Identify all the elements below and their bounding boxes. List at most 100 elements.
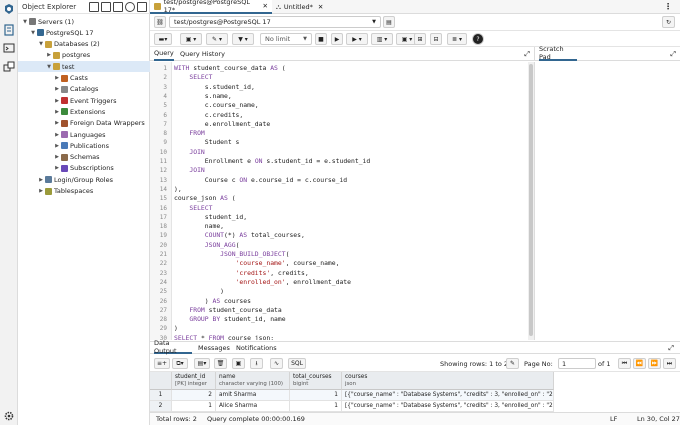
- tree-node-event-triggers[interactable]: ▶ Event Triggers: [18, 95, 150, 106]
- stop-icon[interactable]: ■: [315, 33, 327, 45]
- chevron-right-icon[interactable]: ▶: [54, 75, 60, 81]
- tab-untitled[interactable]: ⛬ Untitled* ✕: [272, 0, 336, 14]
- scratch-pad-area[interactable]: [534, 62, 680, 340]
- cell-total-courses[interactable]: 1: [290, 401, 342, 412]
- chevron-right-icon[interactable]: ▶: [38, 177, 44, 183]
- chevron-right-icon[interactable]: ▶: [54, 132, 60, 138]
- code-line[interactable]: s.student_id,: [174, 83, 255, 92]
- tree-node-test[interactable]: ▼ test: [18, 61, 150, 73]
- tree-node-schemas[interactable]: ▶ Schemas: [18, 152, 150, 163]
- next-page-icon[interactable]: ⏩: [648, 358, 661, 369]
- paste-icon[interactable]: ▤▾: [194, 358, 210, 369]
- explain-icon[interactable]: ▶ ▾: [346, 33, 368, 45]
- close-icon[interactable]: ✕: [263, 2, 268, 10]
- cell-student-id[interactable]: 1: [172, 401, 216, 412]
- expand-icon[interactable]: ⤢: [668, 344, 674, 353]
- code-line[interactable]: ): [174, 324, 178, 333]
- code-line[interactable]: Student s: [174, 138, 240, 147]
- tree-node-subscriptions[interactable]: ▶ Subscriptions: [18, 163, 150, 174]
- cell-student-id[interactable]: 2: [172, 390, 216, 401]
- tree-node-postgres[interactable]: ▶ postgres: [18, 50, 150, 61]
- row-number[interactable]: 1: [150, 390, 172, 401]
- column-header-courses[interactable]: courses json: [342, 372, 554, 390]
- cell-total-courses[interactable]: 1: [290, 390, 342, 401]
- row-number[interactable]: 2: [150, 401, 172, 412]
- graph-icon[interactable]: ∿: [270, 358, 283, 369]
- sql-button[interactable]: SQL: [288, 358, 306, 369]
- chevron-down-icon[interactable]: ▼: [22, 19, 28, 25]
- chevron-right-icon[interactable]: ▶: [54, 165, 60, 171]
- tree-node-servers-1[interactable]: ▼ Servers (1): [18, 16, 150, 27]
- new-connection-icon[interactable]: ▤: [383, 16, 395, 28]
- save-file-icon[interactable]: ▣ ▾: [180, 33, 202, 45]
- code-line[interactable]: FROM: [174, 129, 204, 138]
- code-line[interactable]: ): [174, 287, 224, 296]
- connection-status-icon[interactable]: ⛓: [154, 16, 166, 28]
- object-explorer-icon[interactable]: [3, 24, 15, 36]
- last-page-icon[interactable]: ⏭: [663, 358, 676, 369]
- edit-icon[interactable]: ✎ ▾: [206, 33, 228, 45]
- code-line[interactable]: FROM student_course_data: [174, 306, 281, 315]
- help-icon[interactable]: ?: [472, 33, 484, 45]
- expand-icon[interactable]: ⤢: [670, 50, 676, 59]
- close-icon[interactable]: ✕: [318, 3, 323, 11]
- column-header-total-courses[interactable]: total_courses bigint: [290, 372, 342, 390]
- copy-icon[interactable]: ⧉▾: [172, 358, 188, 369]
- chevron-down-icon[interactable]: ▼: [46, 64, 52, 70]
- terminal-icon[interactable]: [3, 42, 15, 54]
- code-line[interactable]: course_json AS (: [174, 194, 236, 203]
- edit-rows-icon[interactable]: ✎: [506, 358, 519, 369]
- more-options-icon[interactable]: ⋮: [664, 2, 672, 11]
- prev-page-icon[interactable]: ⏪: [633, 358, 646, 369]
- cell-name[interactable]: Alice Sharma: [216, 401, 290, 412]
- cell-courses[interactable]: [{"course_name" : "Database Systems", "c…: [342, 401, 554, 412]
- query-tool-icon[interactable]: [89, 2, 99, 12]
- column-header-name[interactable]: name character varying (100): [216, 372, 290, 390]
- chevron-right-icon[interactable]: ▶: [54, 120, 60, 126]
- list-icon[interactable]: ≣ ▾: [447, 33, 467, 45]
- tree-node-foreign-data-wrappers[interactable]: ▶ Foreign Data Wrappers: [18, 118, 150, 129]
- settings-gear-icon[interactable]: [3, 410, 15, 422]
- code-line[interactable]: c.course_name,: [174, 101, 259, 110]
- execute-icon[interactable]: ▶: [331, 33, 343, 45]
- download-icon[interactable]: ⭳: [250, 358, 263, 369]
- add-row-icon[interactable]: ≡+: [154, 358, 170, 369]
- code-line[interactable]: WITH student_course_data AS (: [174, 64, 286, 73]
- tab-data-output[interactable]: Data Output: [154, 339, 192, 355]
- tree-node-extensions[interactable]: ▶ Extensions: [18, 106, 150, 117]
- code-line[interactable]: 'course_name', course_name,: [174, 259, 340, 268]
- delete-icon[interactable]: 🗑: [214, 358, 227, 369]
- open-file-icon[interactable]: ▬▾: [154, 33, 172, 45]
- expand-icon[interactable]: ⤢: [524, 50, 530, 59]
- psql-tool-icon[interactable]: [137, 2, 147, 12]
- page-input[interactable]: 1: [558, 358, 596, 369]
- code-line[interactable]: Enrollment e ON s.student_id = e.student…: [174, 157, 370, 166]
- code-line[interactable]: JOIN: [174, 166, 204, 175]
- tree-node-publications[interactable]: ▶ Publications: [18, 140, 150, 151]
- chevron-down-icon[interactable]: ▼: [30, 30, 36, 36]
- chevron-right-icon[interactable]: ▶: [54, 86, 60, 92]
- cell-courses[interactable]: [{"course_name" : "Database Systems", "c…: [342, 390, 554, 401]
- chevron-right-icon[interactable]: ▶: [46, 52, 52, 58]
- first-page-icon[interactable]: ⏮: [618, 358, 631, 369]
- filter-icon[interactable]: ▼ ▾: [232, 33, 254, 45]
- save-data-icon[interactable]: ▣: [232, 358, 245, 369]
- search-icon[interactable]: [125, 2, 135, 12]
- code-line[interactable]: 'enrolled_on', enrollment_date: [174, 278, 351, 287]
- tree-node-languages[interactable]: ▶ Languages: [18, 129, 150, 140]
- code-line[interactable]: SELECT: [174, 204, 212, 213]
- code-line[interactable]: ) AS courses: [174, 297, 251, 306]
- chevron-right-icon[interactable]: ▶: [54, 98, 60, 104]
- view-data-icon[interactable]: [101, 2, 111, 12]
- code-line[interactable]: c.credits,: [174, 111, 244, 120]
- tree-node-casts[interactable]: ▶ Casts: [18, 73, 150, 84]
- refresh-icon[interactable]: ↻: [662, 16, 675, 28]
- format-sql-icon[interactable]: ⊟: [430, 33, 442, 45]
- workspace-icon[interactable]: [3, 61, 15, 73]
- column-header-student-id[interactable]: student_id [PK] integer: [172, 372, 216, 390]
- filter-icon[interactable]: [113, 2, 123, 12]
- explain-analyze-icon[interactable]: ▥ ▾: [371, 33, 393, 45]
- code-line[interactable]: GROUP BY student_id, name: [174, 315, 285, 324]
- code-line[interactable]: COUNT(*) AS total_courses,: [174, 231, 305, 240]
- tree-node-postgresql-17[interactable]: ▼ PostgreSQL 17: [18, 27, 150, 38]
